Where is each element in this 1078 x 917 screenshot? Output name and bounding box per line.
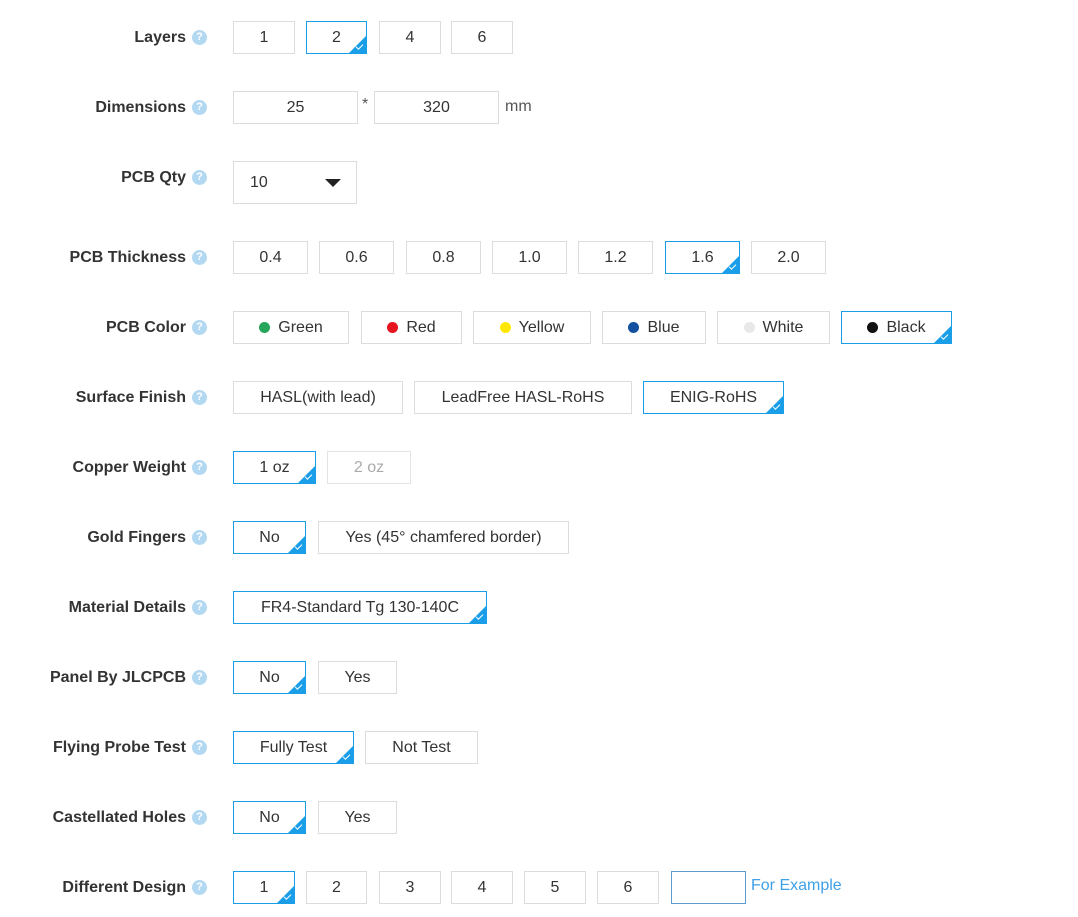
pcb-qty-value: 10 (250, 173, 268, 191)
help-icon[interactable]: ? (192, 740, 207, 755)
gold-fingers-option-yes[interactable]: Yes (45° chamfered border) (318, 521, 569, 554)
gold-fingers-label: Gold Fingers (87, 529, 186, 546)
castellated-label: Castellated Holes (52, 809, 186, 826)
layers-option-1[interactable]: 1 (233, 21, 295, 54)
color-option-red[interactable]: Red (361, 311, 462, 344)
copper-weight-option-disabled: 2 oz (327, 451, 411, 484)
pcb-qty-select[interactable]: 10 (233, 161, 357, 204)
surface-finish-label: Surface Finish (75, 389, 186, 406)
color-option-blue[interactable]: Blue (602, 311, 706, 344)
design-option-4[interactable]: 4 (451, 871, 513, 904)
probe-option-not-test[interactable]: Not Test (365, 731, 478, 764)
design-option-5[interactable]: 5 (524, 871, 586, 904)
help-icon[interactable]: ? (192, 250, 207, 265)
flying-probe-label: Flying Probe Test (52, 739, 186, 756)
color-option-label: White (762, 318, 804, 336)
color-option-black[interactable]: Black (841, 311, 952, 344)
design-option-2[interactable]: 2 (306, 871, 367, 904)
help-icon[interactable]: ? (192, 30, 207, 45)
color-swatch (628, 322, 640, 333)
panel-option-yes[interactable]: Yes (318, 661, 397, 694)
material-option-selected[interactable]: FR4-Standard Tg 130-140C (233, 591, 487, 624)
color-option-yellow[interactable]: Yellow (473, 311, 591, 344)
dimensions-label: Dimensions (95, 99, 186, 116)
design-option-3[interactable]: 3 (379, 871, 441, 904)
color-swatch (259, 322, 271, 333)
copper-weight-option-selected[interactable]: 1 oz (233, 451, 316, 484)
design-option-6[interactable]: 6 (597, 871, 659, 904)
for-example-link[interactable]: For Example (751, 876, 842, 896)
material-details-label: Material Details (68, 599, 186, 616)
color-option-label: Black (886, 318, 926, 336)
help-icon[interactable]: ? (192, 100, 207, 115)
design-option-1[interactable]: 1 (233, 871, 295, 904)
help-icon[interactable]: ? (192, 170, 207, 185)
castellated-option-no[interactable]: No (233, 801, 306, 834)
panel-label: Panel By JLCPCB (49, 669, 186, 686)
chevron-down-icon (325, 179, 341, 187)
color-option-label: Green (278, 318, 323, 336)
gold-fingers-option-no[interactable]: No (233, 521, 306, 554)
pcb-qty-label: PCB Qty (121, 169, 186, 186)
thickness-option[interactable]: 0.4 (233, 241, 308, 274)
layers-option-2[interactable]: 2 (306, 21, 367, 54)
layers-option-6[interactable]: 6 (451, 21, 513, 54)
panel-option-no[interactable]: No (233, 661, 306, 694)
thickness-option-selected[interactable]: 1.6 (665, 241, 740, 274)
color-option-label: Yellow (518, 318, 565, 336)
thickness-option[interactable]: 0.8 (406, 241, 481, 274)
probe-option-fully-test[interactable]: Fully Test (233, 731, 354, 764)
color-option-green[interactable]: Green (233, 311, 349, 344)
thickness-option[interactable]: 1.0 (492, 241, 567, 274)
color-swatch (387, 322, 399, 333)
copper-weight-label: Copper Weight (72, 459, 186, 476)
dimension-width-input[interactable]: 25 (233, 91, 358, 124)
surface-finish-option[interactable]: LeadFree HASL-RoHS (414, 381, 632, 414)
thickness-option[interactable]: 0.6 (319, 241, 394, 274)
color-option-label: Red (406, 318, 436, 336)
help-icon[interactable]: ? (192, 530, 207, 545)
different-design-label: Different Design (62, 879, 186, 896)
design-custom-input[interactable] (671, 871, 746, 904)
color-swatch (499, 322, 511, 333)
castellated-option-yes[interactable]: Yes (318, 801, 397, 834)
help-icon[interactable]: ? (192, 670, 207, 685)
dimension-height-input[interactable]: 320 (374, 91, 499, 124)
pcb-thickness-label: PCB Thickness (69, 249, 186, 266)
color-option-white[interactable]: White (717, 311, 830, 344)
color-swatch (743, 322, 755, 333)
help-icon[interactable]: ? (192, 320, 207, 335)
layers-option-4[interactable]: 4 (379, 21, 441, 54)
color-option-label: Blue (647, 318, 680, 336)
layers-label: Layers (134, 29, 186, 46)
help-icon[interactable]: ? (192, 390, 207, 405)
help-icon[interactable]: ? (192, 880, 207, 895)
dimension-separator: * (362, 96, 369, 113)
surface-finish-option[interactable]: HASL(with lead) (233, 381, 403, 414)
help-icon[interactable]: ? (192, 600, 207, 615)
thickness-option[interactable]: 1.2 (578, 241, 653, 274)
surface-finish-option-selected[interactable]: ENIG-RoHS (643, 381, 784, 414)
help-icon[interactable]: ? (192, 460, 207, 475)
help-icon[interactable]: ? (192, 810, 207, 825)
color-swatch (867, 322, 879, 333)
thickness-option[interactable]: 2.0 (751, 241, 826, 274)
dimension-unit: mm (505, 98, 532, 115)
pcb-color-label: PCB Color (106, 319, 186, 336)
